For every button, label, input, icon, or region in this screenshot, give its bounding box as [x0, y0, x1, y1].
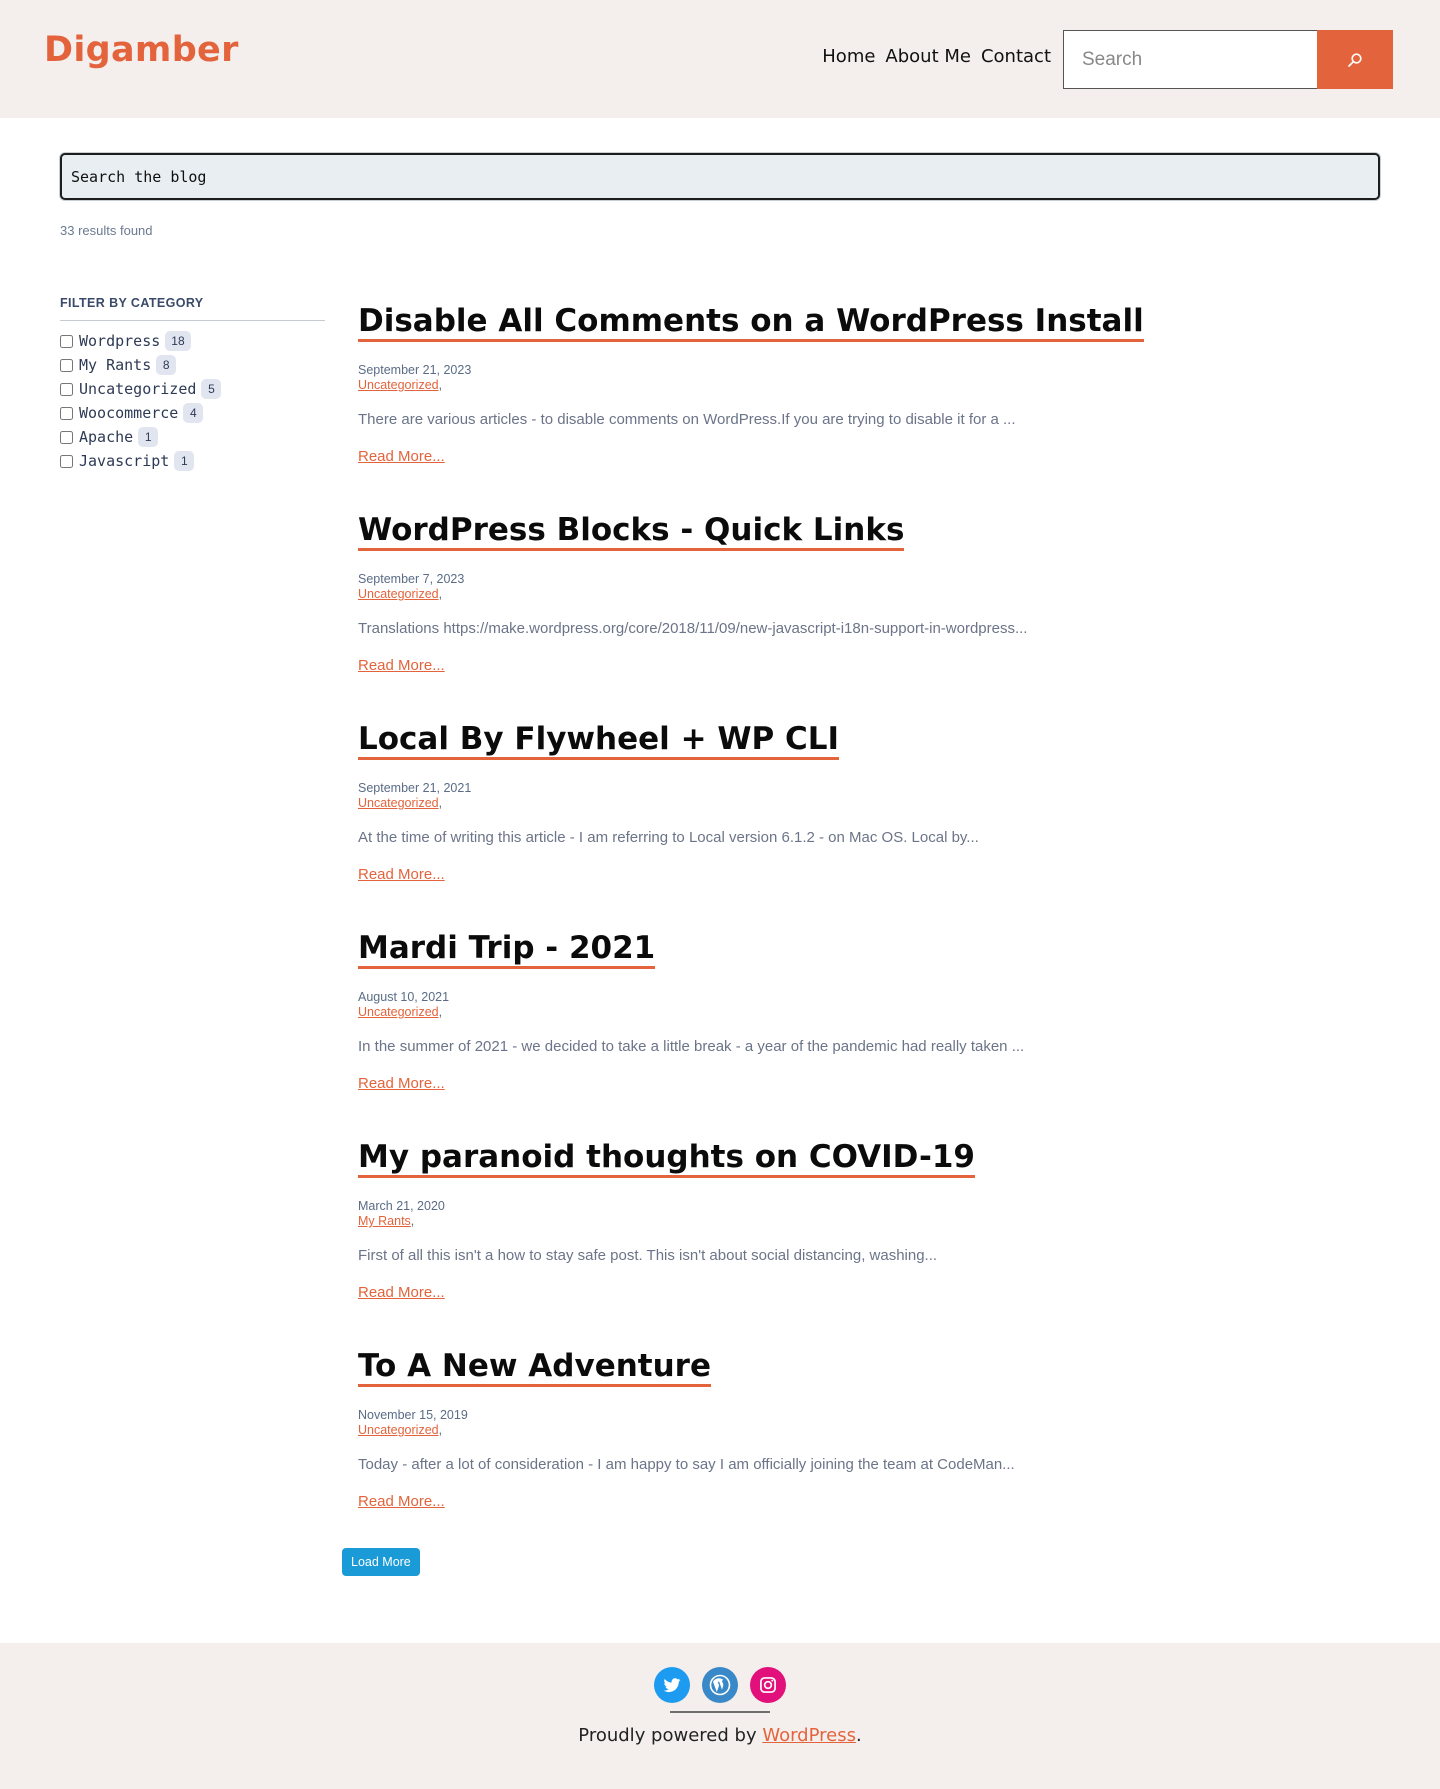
- category-label: Javascript: [79, 452, 170, 470]
- post-title[interactable]: Local By Flywheel + WP CLI: [358, 718, 1258, 760]
- post-date: September 21, 2021: [358, 781, 472, 795]
- category-filter: FILTER BY CATEGORY Wordpress 18 My Rants…: [60, 296, 325, 473]
- category-item-woocommerce[interactable]: Woocommerce 4: [60, 401, 325, 425]
- site-title[interactable]: Digamber: [44, 30, 239, 70]
- search-icon: [1348, 52, 1362, 67]
- site-footer: Proudly powered by WordPress.: [0, 1643, 1440, 1789]
- category-item-javascript[interactable]: Javascript 1: [60, 449, 325, 473]
- post-category: Uncategorized,: [358, 378, 443, 392]
- category-count-badge: 18: [165, 331, 191, 351]
- blog-search-box: [60, 153, 1380, 200]
- post-title[interactable]: To A New Adventure: [358, 1345, 1258, 1387]
- post-category-link[interactable]: Uncategorized: [358, 587, 439, 601]
- wordpress-link-text[interactable]: WordPress: [762, 1725, 856, 1746]
- post-excerpt: At the time of writing this article - I …: [358, 829, 979, 846]
- twitter-link[interactable]: [654, 1667, 690, 1703]
- post-item: WordPress Blocks - Quick Links September…: [358, 509, 1258, 718]
- category-label: Wordpress: [79, 332, 161, 350]
- read-more-link[interactable]: Read More...: [358, 657, 445, 674]
- header-search-input[interactable]: [1063, 30, 1317, 89]
- read-more-link[interactable]: Read More...: [358, 1075, 445, 1092]
- category-label: My Rants: [79, 356, 152, 374]
- nav-contact[interactable]: Contact: [981, 46, 1051, 67]
- instagram-icon: [760, 1677, 776, 1693]
- category-checkbox[interactable]: [60, 382, 73, 396]
- category-count-badge: 1: [174, 451, 195, 471]
- post-excerpt: First of all this isn't a how to stay sa…: [358, 1247, 938, 1264]
- post-category: Uncategorized,: [358, 1005, 443, 1019]
- wordpress-link[interactable]: [702, 1667, 738, 1703]
- read-more-link[interactable]: Read More...: [358, 866, 445, 883]
- category-checkbox[interactable]: [60, 406, 73, 420]
- category-count-badge: 1: [138, 427, 159, 447]
- nav-about-me[interactable]: About Me: [885, 46, 971, 67]
- header-search: [1063, 30, 1393, 89]
- blog-search-input[interactable]: [71, 167, 1369, 186]
- post-category-link[interactable]: Uncategorized: [358, 378, 439, 392]
- post-category-link[interactable]: My Rants: [358, 1214, 411, 1228]
- read-more-link[interactable]: Read More...: [358, 1493, 445, 1510]
- site-header: Digamber Home About Me Contact: [0, 0, 1440, 118]
- post-category-link[interactable]: Uncategorized: [358, 1005, 439, 1019]
- category-label: Apache: [79, 428, 134, 446]
- post-title[interactable]: Disable All Comments on a WordPress Inst…: [358, 300, 1258, 342]
- social-links: [654, 1667, 786, 1703]
- category-checkbox[interactable]: [60, 454, 73, 468]
- category-item-wordpress[interactable]: Wordpress 18: [60, 329, 325, 353]
- post-category-link[interactable]: Uncategorized: [358, 1423, 439, 1437]
- filter-title: FILTER BY CATEGORY: [60, 296, 325, 321]
- powered-by: Proudly powered by WordPress.: [578, 1725, 862, 1746]
- post-date: November 15, 2019: [358, 1408, 468, 1422]
- post-excerpt: In the summer of 2021 - we decided to ta…: [358, 1038, 1025, 1055]
- category-item-my-rants[interactable]: My Rants 8: [60, 353, 325, 377]
- post-item: My paranoid thoughts on COVID-19 March 2…: [358, 1136, 1258, 1345]
- post-date: September 21, 2023: [358, 363, 472, 377]
- post-item: To A New Adventure November 15, 2019 Unc…: [358, 1345, 1258, 1554]
- post-item: Mardi Trip - 2021 August 10, 2021 Uncate…: [358, 927, 1258, 1136]
- category-list: Wordpress 18 My Rants 8 Uncategorized 5 …: [60, 329, 325, 473]
- twitter-icon: [663, 1678, 681, 1693]
- nav-home[interactable]: Home: [822, 46, 875, 67]
- post-category-link[interactable]: Uncategorized: [358, 796, 439, 810]
- category-label: Uncategorized: [79, 380, 197, 398]
- category-checkbox[interactable]: [60, 334, 73, 348]
- category-label: Woocommerce: [79, 404, 179, 422]
- post-category: Uncategorized,: [358, 796, 443, 810]
- post-date: March 21, 2020: [358, 1199, 445, 1213]
- post-list: Disable All Comments on a WordPress Inst…: [358, 300, 1258, 1554]
- footer-divider: [670, 1711, 770, 1713]
- read-more-link[interactable]: Read More...: [358, 448, 445, 465]
- main-nav: Home About Me Contact: [822, 46, 1051, 67]
- category-item-uncategorized[interactable]: Uncategorized 5: [60, 377, 325, 401]
- post-title[interactable]: WordPress Blocks - Quick Links: [358, 509, 1258, 551]
- post-excerpt: There are various articles - to disable …: [358, 411, 1016, 428]
- category-count-badge: 5: [201, 379, 222, 399]
- post-excerpt: Today - after a lot of consideration - I…: [358, 1456, 1015, 1473]
- category-count-badge: 4: [183, 403, 204, 423]
- post-excerpt: Translations https://make.wordpress.org/…: [358, 620, 1028, 637]
- wordpress-icon: [709, 1674, 731, 1696]
- load-more-button[interactable]: Load More: [342, 1548, 420, 1576]
- read-more-link[interactable]: Read More...: [358, 1284, 445, 1301]
- post-title[interactable]: Mardi Trip - 2021: [358, 927, 1258, 969]
- results-count: 33 results found: [60, 223, 153, 238]
- post-category: Uncategorized,: [358, 587, 443, 601]
- post-date: August 10, 2021: [358, 990, 450, 1004]
- post-category: My Rants,: [358, 1214, 415, 1228]
- post-date: September 7, 2023: [358, 572, 465, 586]
- category-checkbox[interactable]: [60, 358, 73, 372]
- category-count-badge: 8: [156, 355, 177, 375]
- header-search-button[interactable]: [1317, 30, 1393, 89]
- post-item: Disable All Comments on a WordPress Inst…: [358, 300, 1258, 509]
- post-category: Uncategorized,: [358, 1423, 443, 1437]
- post-title[interactable]: My paranoid thoughts on COVID-19: [358, 1136, 1258, 1178]
- instagram-link[interactable]: [750, 1667, 786, 1703]
- post-item: Local By Flywheel + WP CLI September 21,…: [358, 718, 1258, 927]
- category-checkbox[interactable]: [60, 430, 73, 444]
- category-item-apache[interactable]: Apache 1: [60, 425, 325, 449]
